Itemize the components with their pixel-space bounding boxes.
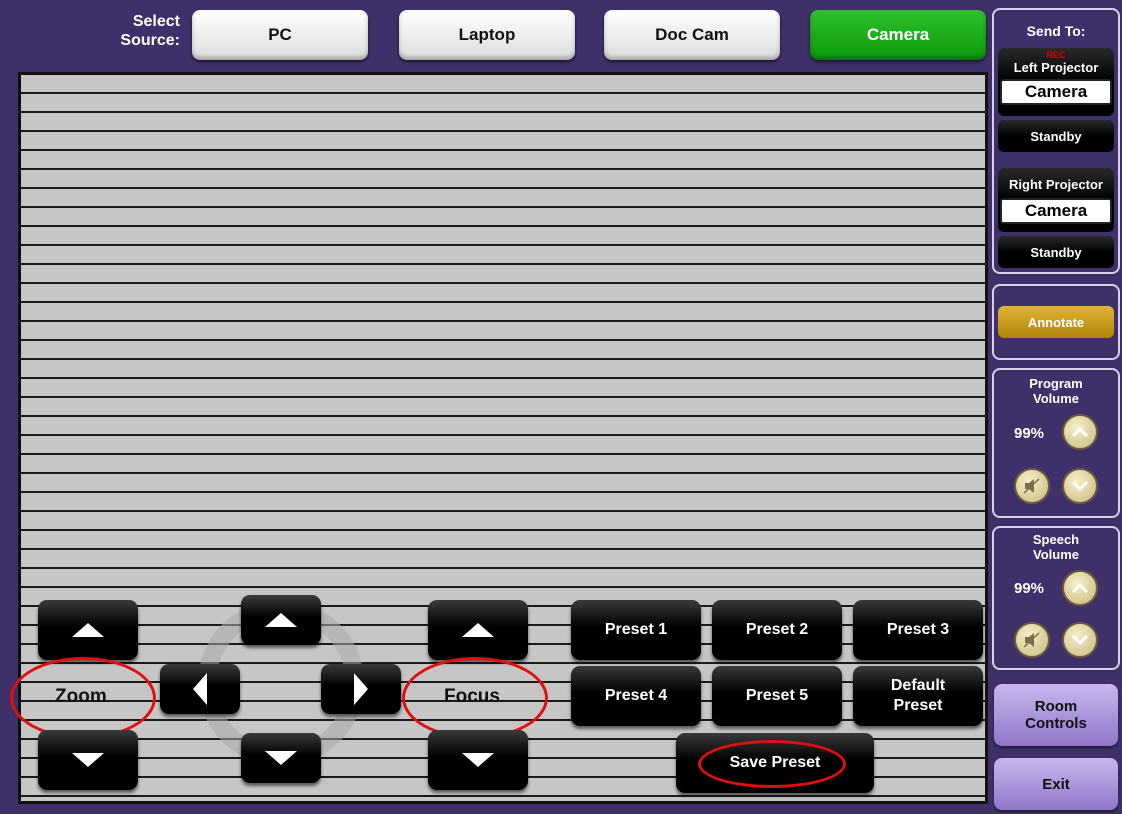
program-volume-value: 99%	[1014, 425, 1045, 442]
right-projector-source: Camera	[1000, 198, 1112, 224]
left-projector-label: Left Projector	[1013, 60, 1099, 75]
focus-far-button[interactable]	[428, 730, 528, 790]
arrow-right-icon	[354, 673, 368, 705]
left-projector-button[interactable]: REC Left Projector Camera	[998, 48, 1114, 116]
arrow-up-icon	[72, 623, 104, 637]
arrow-up-icon	[462, 623, 494, 637]
rec-indicator: REC	[1046, 50, 1066, 60]
program-volume-title: Program Volume	[1029, 376, 1083, 406]
tilt-up-button[interactable]	[241, 595, 321, 645]
speaker-mute-icon	[1023, 632, 1040, 648]
program-volume-panel: Program Volume 99%	[992, 368, 1120, 518]
send-to-panel: Send To: REC Left Projector Camera Stand…	[992, 8, 1120, 274]
pan-right-button[interactable]	[321, 664, 401, 714]
source-pc-button[interactable]: PC	[192, 10, 368, 60]
arrow-left-icon	[193, 673, 207, 705]
default-preset-button[interactable]: Default Preset	[853, 666, 983, 726]
tilt-down-button[interactable]	[241, 733, 321, 783]
chevron-up-icon	[1071, 582, 1089, 594]
source-camera-button[interactable]: Camera	[810, 10, 986, 60]
speech-volume-value: 99%	[1014, 580, 1045, 597]
preset-2-button[interactable]: Preset 2	[712, 600, 842, 660]
arrow-down-icon	[462, 753, 494, 767]
save-preset-highlight	[698, 740, 846, 788]
arrow-up-icon	[265, 613, 297, 627]
zoom-in-button[interactable]	[38, 600, 138, 660]
room-controls-button[interactable]: Room Controls	[994, 684, 1118, 746]
chevron-up-icon	[1071, 426, 1089, 438]
program-volume-down-button[interactable]	[1062, 468, 1098, 504]
speech-volume-down-button[interactable]	[1062, 622, 1098, 658]
source-laptop-button[interactable]: Laptop	[399, 10, 575, 60]
select-source-label: Select Source:	[120, 13, 180, 49]
left-projector-source: Camera	[1000, 79, 1112, 105]
right-projector-button[interactable]: Right Projector Camera	[998, 168, 1114, 232]
zoom-out-button[interactable]	[38, 730, 138, 790]
preset-5-button[interactable]: Preset 5	[712, 666, 842, 726]
zoom-highlight	[10, 657, 156, 739]
left-projector-standby-button[interactable]: Standby	[998, 120, 1114, 152]
focus-near-button[interactable]	[428, 600, 528, 660]
preset-1-button[interactable]: Preset 1	[571, 600, 701, 660]
program-mute-button[interactable]	[1014, 468, 1050, 504]
preset-4-button[interactable]: Preset 4	[571, 666, 701, 726]
chevron-down-icon	[1071, 480, 1089, 492]
right-projector-standby-button[interactable]: Standby	[998, 236, 1114, 268]
speech-volume-title: Speech Volume	[1032, 532, 1080, 562]
chevron-down-icon	[1071, 634, 1089, 646]
annotate-button[interactable]: Annotate	[998, 306, 1114, 338]
program-volume-up-button[interactable]	[1062, 414, 1098, 450]
annotate-panel: Annotate	[992, 284, 1120, 360]
send-to-title: Send To:	[1026, 23, 1086, 39]
source-doccam-button[interactable]: Doc Cam	[604, 10, 780, 60]
speech-volume-panel: Speech Volume 99%	[992, 526, 1120, 670]
speech-mute-button[interactable]	[1014, 622, 1050, 658]
right-projector-label: Right Projector	[1009, 177, 1103, 192]
exit-button[interactable]: Exit	[994, 758, 1118, 810]
pan-left-button[interactable]	[160, 664, 240, 714]
arrow-down-icon	[265, 751, 297, 765]
speaker-mute-icon	[1023, 478, 1040, 494]
preset-3-button[interactable]: Preset 3	[853, 600, 983, 660]
arrow-down-icon	[72, 753, 104, 767]
focus-highlight	[402, 657, 548, 739]
speech-volume-up-button[interactable]	[1062, 570, 1098, 606]
